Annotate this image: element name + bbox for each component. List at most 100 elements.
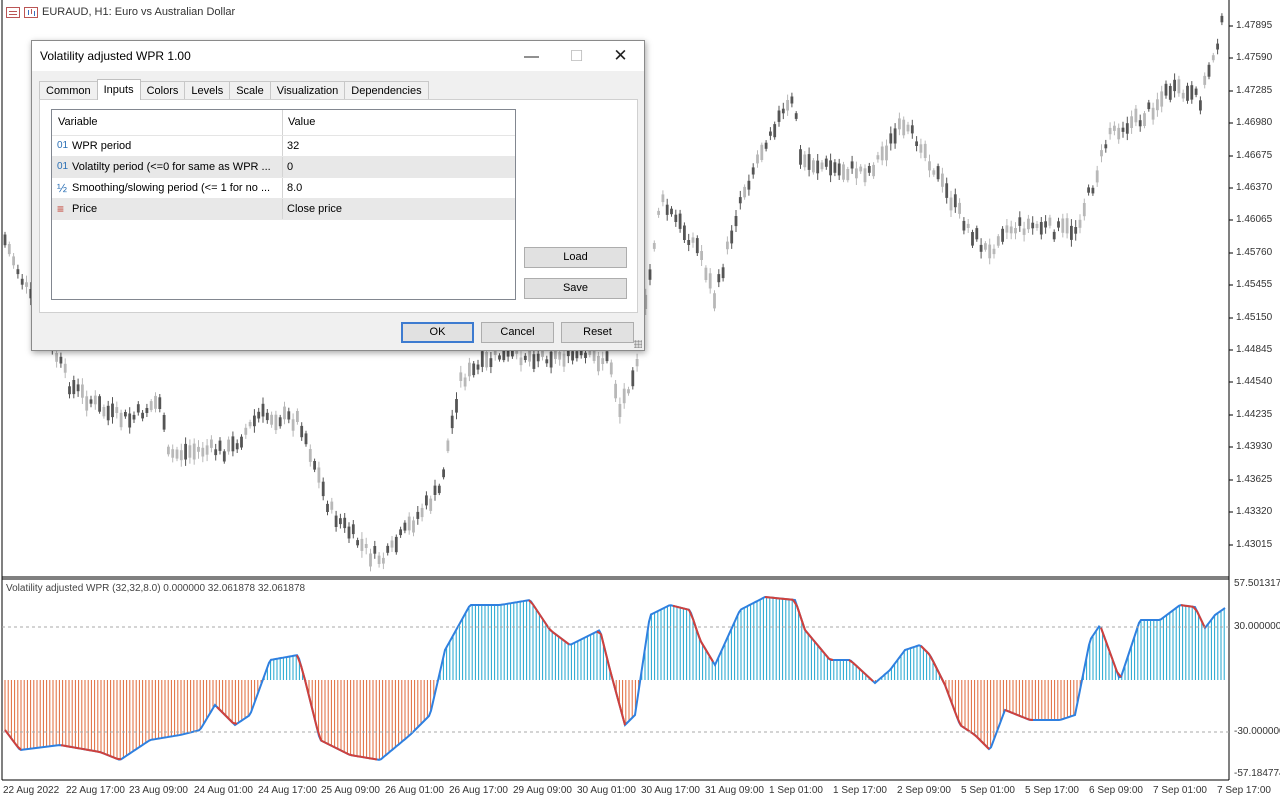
candle-body (321, 481, 325, 497)
candle-body (16, 269, 20, 275)
minimize-icon[interactable]: — (509, 41, 554, 71)
time-label: 24 Aug 17:00 (258, 785, 317, 796)
candle-body (222, 451, 226, 462)
candle-body (627, 389, 630, 394)
tab-dependencies[interactable]: Dependencies (344, 81, 429, 100)
double-icon: ½ (57, 181, 68, 195)
candle-body (915, 141, 918, 146)
candle-body (799, 149, 802, 165)
indicator-line-segment (1020, 715, 1026, 719)
candle-body (652, 243, 656, 249)
candle-body (214, 449, 218, 456)
candle-body (738, 197, 742, 204)
tab-levels[interactable]: Levels (184, 81, 231, 100)
indicator-line-segment (108, 754, 114, 759)
price-label: 1.44235 (1236, 409, 1273, 420)
indicator-line-segment (552, 631, 558, 637)
column-header-value[interactable]: Value (283, 110, 315, 135)
indicator-line-segment (972, 732, 978, 738)
candle-body (455, 399, 458, 413)
candle-body (790, 96, 794, 104)
input-row[interactable]: 01 WPR period 32 (52, 136, 515, 157)
tab-colors[interactable]: Colors (139, 81, 186, 100)
candle-body (76, 384, 80, 392)
input-value[interactable]: Close price (283, 199, 342, 219)
candle-body (68, 386, 71, 395)
input-row[interactable]: ≡ Price Close price (52, 199, 515, 220)
grid-header: Variable Value (52, 110, 515, 136)
candle-body (468, 362, 471, 377)
resize-grip-icon[interactable] (634, 340, 642, 348)
ok-button[interactable]: OK (401, 322, 474, 343)
indicator-line-segment (856, 665, 862, 671)
input-row[interactable]: ½ Smoothing/slowing period (<= 1 for no .… (52, 178, 515, 199)
candle-body (996, 236, 1000, 246)
time-label: 5 Sep 01:00 (961, 785, 1015, 796)
time-label: 22 Aug 2022 (3, 785, 60, 796)
candle-body (532, 354, 536, 369)
candle-body (235, 443, 239, 450)
integer-icon: 01 (57, 140, 69, 151)
indicator-level-label: -30.000000 (1234, 726, 1280, 737)
candle-body (889, 133, 893, 144)
save-button[interactable]: Save (524, 278, 627, 299)
reset-button[interactable]: Reset (561, 322, 634, 343)
candle-body (472, 363, 476, 376)
column-header-variable[interactable]: Variable (52, 110, 283, 135)
dialog-titlebar[interactable]: Volatility adjusted WPR 1.00 — ☐ ✕ (32, 41, 644, 71)
candle-body (425, 495, 428, 506)
candle-body (906, 124, 910, 132)
input-value[interactable]: 0 (283, 157, 293, 177)
tab-inputs[interactable]: Inputs (96, 79, 141, 100)
candle-body (459, 372, 463, 381)
maximize-icon[interactable]: ☐ (554, 41, 599, 71)
candle-body (592, 350, 596, 361)
indicator-level-label: 30.000000 (1234, 621, 1280, 632)
input-value[interactable]: 8.0 (283, 178, 302, 198)
chart-type-icon[interactable] (24, 6, 38, 18)
indicator-line-segment (1108, 649, 1114, 662)
candle-body (1134, 108, 1138, 123)
time-label: 2 Sep 09:00 (897, 785, 951, 796)
candle-body (1117, 127, 1121, 140)
candle-body (721, 267, 725, 279)
candle-body (308, 449, 312, 462)
indicator-line-segment (368, 757, 374, 760)
candle-body (416, 511, 420, 519)
close-icon[interactable]: ✕ (598, 41, 643, 71)
candle-body (803, 154, 807, 168)
candle-body (493, 350, 497, 355)
candle-body (807, 154, 811, 170)
candle-body (992, 248, 996, 255)
indicator-line-segment (220, 710, 226, 716)
candle-body (463, 377, 467, 387)
candle-body (407, 516, 411, 531)
tab-scale[interactable]: Scale (229, 81, 271, 100)
tab-visualization[interactable]: Visualization (269, 81, 346, 100)
candle-body (244, 427, 248, 435)
cancel-button[interactable]: Cancel (481, 322, 554, 343)
input-row[interactable]: 01 Volatilty period (<=0 for same as WPR … (52, 157, 515, 178)
candle-body (343, 517, 347, 529)
candle-body (188, 445, 192, 458)
candle-body (536, 353, 540, 362)
candle-body (661, 194, 665, 203)
candle-body (261, 403, 265, 417)
candle-body (132, 414, 136, 420)
candle-body (1181, 92, 1185, 99)
candle-body (953, 194, 957, 208)
candle-body (773, 124, 777, 138)
candle-body (1173, 79, 1176, 92)
candle-body (867, 166, 871, 173)
input-variable-name: Volatilty period (<=0 for same as WPR ..… (72, 161, 271, 173)
load-button[interactable]: Load (524, 247, 627, 268)
candle-body (154, 395, 157, 409)
input-value[interactable]: 32 (283, 136, 299, 156)
indicator-line-segment (940, 676, 946, 686)
chart-menu-icon[interactable] (6, 6, 20, 18)
candle-body (601, 358, 605, 364)
candle-body (485, 352, 488, 368)
candle-body (1078, 219, 1082, 228)
tab-common[interactable]: Common (39, 81, 98, 100)
indicator-line-segment (860, 669, 866, 675)
